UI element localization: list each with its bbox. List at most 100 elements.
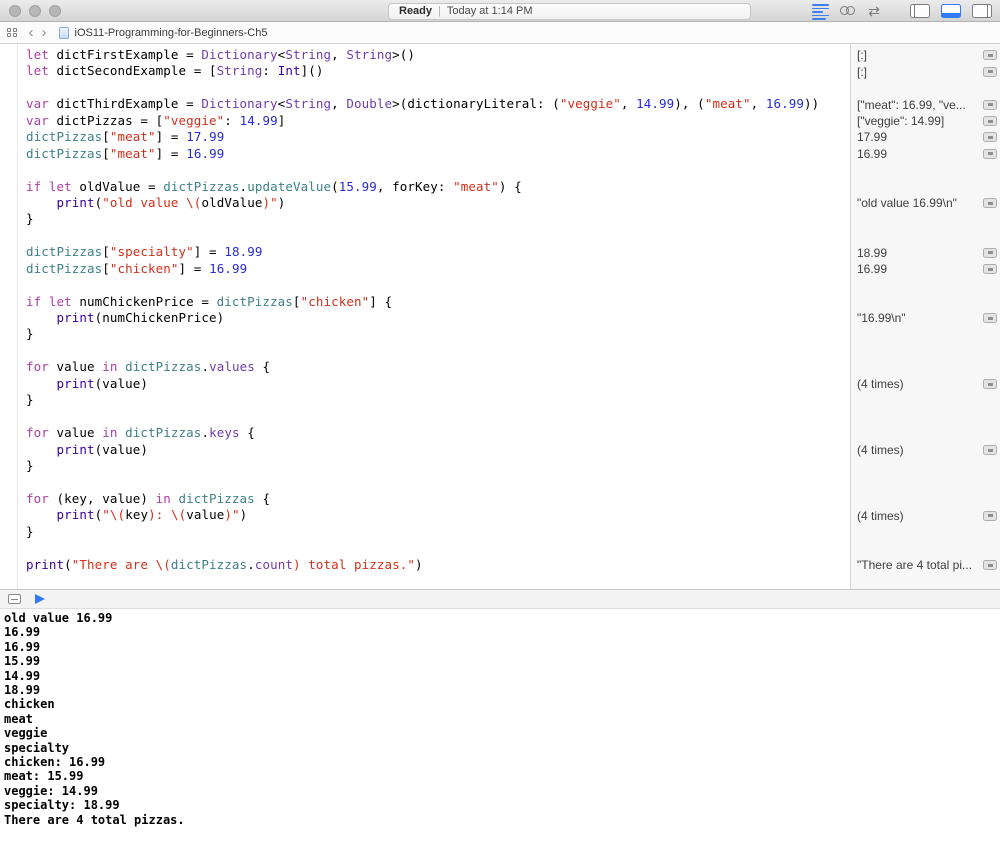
code-line[interactable]: dictPizzas["meat"] = 17.99 xyxy=(0,129,850,145)
zoom-button[interactable] xyxy=(49,5,61,17)
standard-editor-icon[interactable] xyxy=(812,3,829,20)
assistant-editor-icon[interactable] xyxy=(840,5,857,17)
code-line[interactable]: dictPizzas["meat"] = 16.99 xyxy=(0,146,850,162)
result-value: (4 times) xyxy=(857,377,980,391)
playground-workspace: let dictFirstExample = Dictionary<String… xyxy=(0,44,1000,589)
result-value: 17.99 xyxy=(857,130,980,144)
console-line: specialty: 18.99 xyxy=(4,798,1000,812)
result-value: 16.99 xyxy=(857,262,980,276)
forward-button[interactable]: › xyxy=(38,23,51,43)
result-row: 17.99 xyxy=(857,129,997,145)
result-value: 18.99 xyxy=(857,246,980,260)
version-editor-icon[interactable]: ⇄ xyxy=(868,5,880,17)
show-result-button[interactable] xyxy=(983,67,997,77)
run-playground-button[interactable] xyxy=(35,594,45,604)
result-row: ["veggie": 14.99] xyxy=(857,113,997,129)
code-line[interactable] xyxy=(0,343,850,359)
result-value: [:] xyxy=(857,65,980,79)
result-value: 16.99 xyxy=(857,147,980,161)
code-line[interactable]: for value in dictPizzas.values { xyxy=(0,359,850,375)
result-row: 18.99 xyxy=(857,244,997,260)
code-line[interactable]: if let oldValue = dictPizzas.updateValue… xyxy=(0,179,850,195)
code-line[interactable]: } xyxy=(0,458,850,474)
code-line[interactable]: print("old value \(oldValue)") xyxy=(0,195,850,211)
result-row: ["meat": 16.99, "ve... xyxy=(857,96,997,112)
console-line: veggie: 14.99 xyxy=(4,784,1000,798)
result-value: [:] xyxy=(857,48,980,62)
code-line[interactable]: let dictSecondExample = [String: Int]() xyxy=(0,63,850,79)
code-line[interactable]: let dictFirstExample = Dictionary<String… xyxy=(0,47,850,63)
code-line[interactable] xyxy=(0,540,850,556)
code-line[interactable]: } xyxy=(0,211,850,227)
show-result-button[interactable] xyxy=(983,248,997,258)
console-line: 16.99 xyxy=(4,640,1000,654)
show-result-button[interactable] xyxy=(983,149,997,159)
code-line[interactable]: for value in dictPizzas.keys { xyxy=(0,425,850,441)
show-result-button[interactable] xyxy=(983,313,997,323)
console-line: chicken xyxy=(4,697,1000,711)
show-result-button[interactable] xyxy=(983,116,997,126)
code-line[interactable] xyxy=(0,162,850,178)
code-line[interactable] xyxy=(0,80,850,96)
show-result-button[interactable] xyxy=(983,50,997,60)
code-line[interactable]: dictPizzas["specialty"] = 18.99 xyxy=(0,244,850,260)
debug-area-panel-toggle[interactable] xyxy=(941,4,961,18)
code-line[interactable]: print(value) xyxy=(0,442,850,458)
code-line[interactable]: var dictThirdExample = Dictionary<String… xyxy=(0,96,850,112)
console-line: 16.99 xyxy=(4,625,1000,639)
show-result-button[interactable] xyxy=(983,198,997,208)
result-value: (4 times) xyxy=(857,443,980,457)
code-line[interactable] xyxy=(0,409,850,425)
code-line[interactable] xyxy=(0,277,850,293)
related-items-icon[interactable] xyxy=(7,28,17,38)
code-line[interactable]: print(value) xyxy=(0,376,850,392)
results-sidebar: [:] [:] ["meat": 16.99, "ve... ["veggie": 1… xyxy=(850,44,1000,589)
console-line: meat xyxy=(4,712,1000,726)
code-line[interactable]: dictPizzas["chicken"] = 16.99 xyxy=(0,261,850,277)
minimize-button[interactable] xyxy=(29,5,41,17)
hide-debug-area-icon[interactable] xyxy=(8,594,21,604)
show-result-button[interactable] xyxy=(983,560,997,570)
show-result-button[interactable] xyxy=(983,379,997,389)
console-line: There are 4 total pizzas. xyxy=(4,813,1000,827)
source-editor[interactable]: let dictFirstExample = Dictionary<String… xyxy=(0,44,850,589)
code-line[interactable]: print("There are \(dictPizzas.count) tot… xyxy=(0,557,850,573)
console-line: specialty xyxy=(4,741,1000,755)
inspector-panel-toggle[interactable] xyxy=(972,4,992,18)
code-line[interactable]: print("\(key): \(value)") xyxy=(0,507,850,523)
status-time: Today at 1:14 PM xyxy=(447,5,533,17)
code-line[interactable]: var dictPizzas = ["veggie": 14.99] xyxy=(0,113,850,129)
code-line[interactable]: for (key, value) in dictPizzas { xyxy=(0,491,850,507)
code-line[interactable]: } xyxy=(0,524,850,540)
console-line: 14.99 xyxy=(4,669,1000,683)
show-result-button[interactable] xyxy=(983,264,997,274)
show-result-button[interactable] xyxy=(983,100,997,110)
result-value: ["veggie": 14.99] xyxy=(857,114,980,128)
show-result-button[interactable] xyxy=(983,511,997,521)
result-row: 16.99 xyxy=(857,261,997,277)
result-value: "16.99\n" xyxy=(857,311,980,325)
code-line[interactable] xyxy=(0,474,850,490)
result-row: [:] xyxy=(857,63,997,79)
result-row: (4 times) xyxy=(857,508,997,524)
show-result-button[interactable] xyxy=(983,445,997,455)
console-line: 15.99 xyxy=(4,654,1000,668)
window-titlebar: Ready | Today at 1:14 PM ⇄ xyxy=(0,0,1000,22)
activity-viewer: Ready | Today at 1:14 PM xyxy=(388,3,751,20)
code-line[interactable]: } xyxy=(0,392,850,408)
result-row: (4 times) xyxy=(857,442,997,458)
breadcrumb-filename[interactable]: iOS11-Programming-for-Beginners-Ch5 xyxy=(75,27,268,39)
result-value: "There are 4 total pi... xyxy=(857,558,980,572)
console-line: meat: 15.99 xyxy=(4,769,1000,783)
result-value: "old value 16.99\n" xyxy=(857,196,980,210)
code-line[interactable]: print(numChickenPrice) xyxy=(0,310,850,326)
show-result-button[interactable] xyxy=(983,132,997,142)
close-button[interactable] xyxy=(9,5,21,17)
code-line[interactable] xyxy=(0,228,850,244)
code-line[interactable]: if let numChickenPrice = dictPizzas["chi… xyxy=(0,294,850,310)
navigator-panel-toggle[interactable] xyxy=(910,4,930,18)
back-button[interactable]: ‹ xyxy=(25,23,38,43)
debug-console: old value 16.9916.9916.9915.9914.9918.99… xyxy=(0,609,1000,843)
code-line[interactable]: } xyxy=(0,326,850,342)
traffic-lights xyxy=(9,5,61,17)
